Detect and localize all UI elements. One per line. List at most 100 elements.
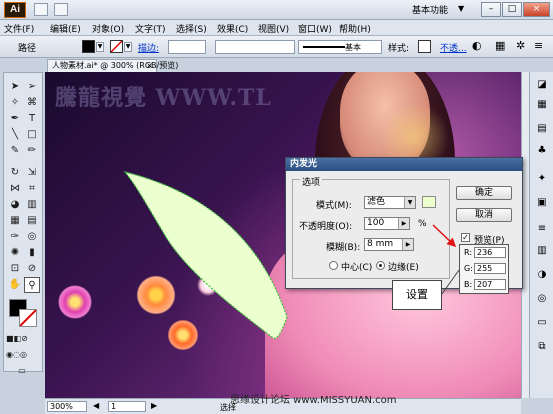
stroke-weight-field[interactable] bbox=[168, 40, 206, 54]
ok-button[interactable]: 确定 bbox=[456, 186, 512, 200]
menu-view[interactable]: 视图(V) bbox=[258, 22, 289, 35]
width-tool-icon[interactable]: ⋈ bbox=[7, 181, 23, 197]
workspace-switcher[interactable]: 基本功能 bbox=[412, 3, 448, 16]
zoom-tool-icon[interactable]: ⚲ bbox=[24, 277, 40, 293]
gradient-tool-icon[interactable]: ▤ bbox=[24, 213, 40, 229]
slice-tool-icon[interactable]: ⊘ bbox=[24, 261, 40, 277]
transparency-panel-icon[interactable]: ◑ bbox=[535, 268, 549, 282]
arrange-documents-icon[interactable] bbox=[54, 3, 68, 16]
prev-page-icon[interactable]: ◀ bbox=[93, 401, 99, 410]
glow-color-swatch[interactable] bbox=[422, 196, 436, 208]
menu-help[interactable]: 帮助(H) bbox=[339, 22, 371, 35]
fill-dropdown[interactable]: ▼ bbox=[96, 42, 104, 52]
perspective-grid-tool-icon[interactable]: ▥ bbox=[24, 197, 40, 213]
direct-selection-tool-icon[interactable]: ➢ bbox=[24, 79, 40, 95]
column-graph-tool-icon[interactable]: ▮ bbox=[24, 245, 40, 261]
opacity-unit: % bbox=[418, 219, 427, 229]
mesh-tool-icon[interactable]: ▦ bbox=[7, 213, 23, 229]
close-button[interactable]: × bbox=[523, 2, 550, 17]
line-tool-icon[interactable]: ╲ bbox=[7, 127, 23, 143]
paintbrush-tool-icon[interactable]: ✎ bbox=[7, 143, 23, 159]
lasso-tool-icon[interactable]: ⌘ bbox=[24, 95, 40, 111]
cancel-button[interactable]: 取消 bbox=[456, 208, 512, 222]
opacity-field[interactable]: 100 ▶ bbox=[364, 217, 410, 230]
graphic-styles-icon[interactable]: ▣ bbox=[535, 196, 549, 210]
stroke-swatch[interactable] bbox=[110, 40, 123, 53]
swatches-icon[interactable]: ▤ bbox=[535, 122, 549, 136]
type-tool-icon[interactable]: T bbox=[24, 111, 40, 127]
recolor-icon[interactable]: ◐ bbox=[472, 39, 482, 52]
symbols-icon[interactable]: ✦ bbox=[535, 172, 549, 186]
opacity-label: 不透明度(O): bbox=[299, 222, 353, 232]
selection-type-label: 路径 bbox=[18, 44, 37, 54]
rotate-tool-icon[interactable]: ↻ bbox=[7, 165, 23, 181]
center-radio[interactable] bbox=[329, 261, 338, 270]
fill-swatch[interactable] bbox=[82, 40, 95, 53]
color-panel-icon[interactable]: ◪ bbox=[535, 78, 549, 92]
graphic-style-swatch[interactable] bbox=[418, 40, 431, 53]
setting-callout: 设置 bbox=[392, 280, 442, 310]
close-icon[interactable]: × bbox=[146, 60, 153, 72]
panel-menu-icon[interactable]: ≡ bbox=[534, 39, 543, 52]
menu-window[interactable]: 窗口(W) bbox=[298, 22, 332, 35]
menu-file[interactable]: 文件(F) bbox=[4, 22, 34, 35]
gradient-panel-icon[interactable]: ▥ bbox=[535, 244, 549, 258]
artboard-tool-icon[interactable]: ⊡ bbox=[7, 261, 23, 277]
stroke-dropdown[interactable]: ▼ bbox=[124, 42, 132, 52]
hand-tool-icon[interactable]: ✋ bbox=[7, 277, 23, 293]
pen-tool-icon[interactable]: ✒ bbox=[7, 111, 23, 127]
page-field[interactable]: 1 bbox=[108, 401, 146, 412]
rectangle-tool-icon[interactable]: □ bbox=[24, 127, 40, 143]
layers-panel-icon[interactable]: ⧉ bbox=[535, 340, 549, 354]
eyedropper-tool-icon[interactable]: ✑ bbox=[7, 229, 23, 245]
align-panel-icon[interactable]: ▭ bbox=[535, 316, 549, 330]
mode-label: 模式(M): bbox=[316, 201, 352, 211]
blur-label: 模糊(B): bbox=[326, 243, 361, 253]
menu-object[interactable]: 对象(O) bbox=[92, 22, 124, 35]
scale-tool-icon[interactable]: ⇲ bbox=[24, 165, 40, 181]
none-slash-icon bbox=[110, 40, 123, 53]
stroke-panel-icon[interactable]: ≡ bbox=[535, 222, 549, 236]
magic-wand-tool-icon[interactable]: ✧ bbox=[7, 95, 23, 111]
menu-select[interactable]: 选择(S) bbox=[176, 22, 207, 35]
mode-select[interactable]: 滤色 ▼ bbox=[364, 196, 416, 209]
next-page-icon[interactable]: ▶ bbox=[151, 401, 157, 410]
appearance-panel-icon[interactable]: ◎ bbox=[535, 292, 549, 306]
r-label: R: bbox=[464, 248, 473, 257]
variable-width-field[interactable] bbox=[215, 40, 295, 54]
chevron-right-icon: ▶ bbox=[402, 239, 413, 250]
stroke-color-box[interactable] bbox=[19, 309, 37, 327]
chevron-down-icon[interactable]: ▼ bbox=[458, 4, 464, 13]
shape-builder-tool-icon[interactable]: ◕ bbox=[7, 197, 23, 213]
preview-checkbox[interactable]: ✓ bbox=[461, 233, 470, 242]
document-tab[interactable]: 人物素材.ai* @ 300% (RGB/预览) × bbox=[47, 59, 178, 72]
zoom-field[interactable]: 300% bbox=[47, 401, 87, 412]
color-mode-icon[interactable]: ■◧⊘ bbox=[6, 331, 28, 347]
blend-tool-icon[interactable]: ◎ bbox=[24, 229, 40, 245]
symbol-sprayer-tool-icon[interactable]: ✺ bbox=[7, 245, 23, 261]
menu-type[interactable]: 文字(T) bbox=[135, 22, 166, 35]
color-guide-icon[interactable]: ▦ bbox=[535, 98, 549, 112]
maximize-button[interactable]: □ bbox=[502, 2, 522, 17]
blur-value: 8 mm bbox=[367, 239, 394, 249]
bridge-icon[interactable] bbox=[34, 3, 48, 16]
blur-field[interactable]: 8 mm ▶ bbox=[364, 238, 414, 251]
edge-radio[interactable] bbox=[376, 261, 385, 270]
none-slash-icon bbox=[19, 309, 37, 327]
selection-tool-icon[interactable]: ➤ bbox=[7, 79, 23, 95]
gear-icon[interactable]: ✲ bbox=[516, 39, 525, 52]
opacity-link[interactable]: 不透... bbox=[440, 41, 467, 54]
brush-definition-field[interactable]: 基本 bbox=[298, 40, 382, 54]
document-setup-icon[interactable]: ▦ bbox=[495, 39, 505, 52]
draw-mode-icon[interactable]: ◉◌◎ bbox=[6, 347, 27, 363]
club-icon[interactable]: ♣ bbox=[535, 144, 549, 158]
free-transform-tool-icon[interactable]: ⌗ bbox=[24, 181, 40, 197]
menu-edit[interactable]: 编辑(E) bbox=[50, 22, 81, 35]
status-bar: 300% ◀ 1 ▶ 选择 思缘设计论坛 www.MISSYUAN.com bbox=[45, 395, 521, 414]
pencil-tool-icon[interactable]: ✏ bbox=[24, 143, 40, 159]
stroke-link[interactable]: 描边: bbox=[138, 41, 159, 54]
screen-mode-icon[interactable]: ▭ bbox=[14, 363, 30, 379]
minimize-button[interactable]: – bbox=[481, 2, 501, 17]
r-value: 236 bbox=[474, 247, 506, 258]
menu-effect[interactable]: 效果(C) bbox=[217, 22, 248, 35]
